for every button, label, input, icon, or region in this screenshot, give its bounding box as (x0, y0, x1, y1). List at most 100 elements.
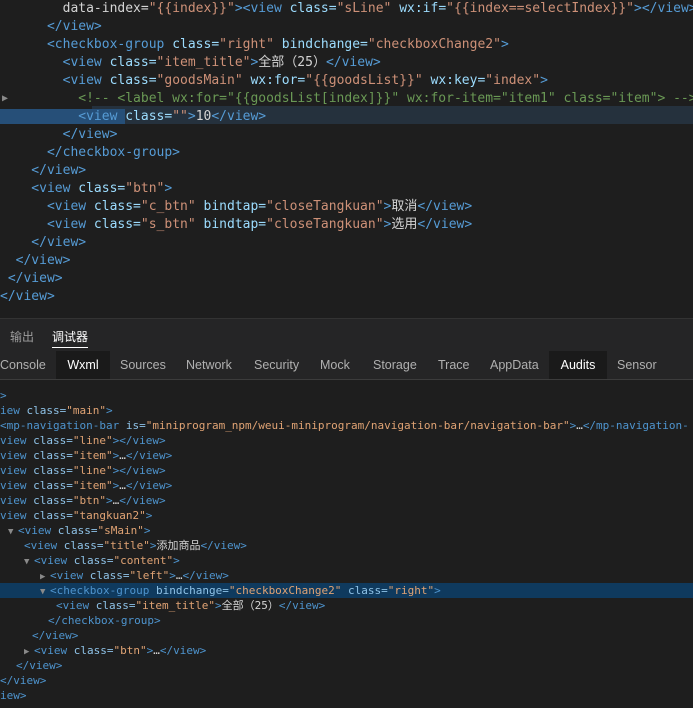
code-token: </view> (0, 271, 63, 286)
code-token: wx:key= (422, 73, 486, 88)
wxml-token: <view (18, 524, 58, 537)
code-token: "checkboxChange2" (367, 37, 501, 52)
code-line: <!-- <label wx:for="{{goodsList[index]}}… (0, 90, 693, 108)
code-line: </view> (0, 162, 86, 180)
wxml-token: "right" (387, 584, 435, 597)
wxml-token: class= (341, 584, 388, 597)
tab-console[interactable]: Console (0, 351, 52, 379)
code-token: class= (93, 199, 141, 214)
code-token: 取消 (391, 199, 418, 214)
code-line: <view class="btn"> (0, 180, 172, 198)
code-token: "btn" (125, 181, 165, 196)
code-token: data-index= (0, 1, 149, 16)
tab-trace[interactable]: Trace (438, 351, 470, 379)
wxml-token: class= (63, 539, 104, 552)
code-token: class= (78, 181, 126, 196)
wxml-node[interactable]: ▼ <view class="sMain"> (0, 523, 693, 538)
wxml-token: class= (57, 524, 98, 537)
code-line: <view class="c_btn" bindtap="closeTangku… (0, 198, 472, 216)
wxml-token: class= (95, 599, 136, 612)
wxml-token: "title" (103, 539, 150, 552)
code-token: <!-- <label wx:for="{{goodsList[index]}}… (0, 91, 693, 106)
wxml-token: "sMain" (97, 524, 144, 537)
code-token: "s_btn" (140, 217, 196, 232)
tab-output[interactable]: 输出 (10, 328, 34, 345)
code-token: "index" (485, 73, 541, 88)
wxml-token: "item" (72, 449, 113, 462)
tab-audits[interactable]: Audits (549, 351, 607, 379)
wxml-token: class= (73, 554, 114, 567)
tab-appdata[interactable]: AppData (490, 351, 539, 379)
wxml-token: class= (33, 464, 73, 477)
code-token: </view> (0, 289, 55, 304)
code-token: ><view (234, 1, 290, 16)
wxml-token: </view> (125, 449, 173, 462)
wxml-token: </view> (125, 479, 173, 492)
wxml-node[interactable]: ▼ <view class="content"> (0, 553, 693, 568)
wxml-node[interactable]: <view class="title">添加商品</view> (0, 538, 693, 553)
wxml-node[interactable]: > (0, 388, 693, 403)
code-line: <view class="goodsMain" wx:for="{{goodsL… (0, 72, 548, 90)
code-token: </view> (325, 55, 381, 70)
code-token: ></view> (634, 1, 693, 16)
wxml-token: <checkbox-group (50, 584, 156, 597)
wxml-token: </view> (159, 644, 207, 657)
tab-debugger[interactable]: 调试器 (52, 328, 89, 348)
code-token: <view (0, 217, 94, 232)
wxml-token: 添加商品 (156, 539, 201, 552)
code-token: <view (0, 181, 79, 196)
tab-wxml[interactable]: Wxml (56, 351, 110, 379)
wxml-token: <view (24, 539, 64, 552)
tab-network[interactable]: Network (186, 351, 232, 379)
wxml-node[interactable]: view class="btn">…</view> (0, 493, 693, 508)
code-token: class= (172, 37, 220, 52)
wxml-node[interactable]: </view> (0, 658, 693, 673)
wxml-token: "tangkuan2" (72, 509, 146, 522)
wxml-node[interactable]: </view> (0, 673, 693, 688)
code-token: "c_btn" (140, 199, 196, 214)
panel-tab-bar: 输出 调试器 (0, 318, 693, 351)
wxml-token: <view (34, 554, 74, 567)
wxml-node[interactable]: view class="tangkuan2"> (0, 508, 693, 523)
wxml-token: > (106, 404, 113, 417)
code-token: </view> (0, 253, 71, 268)
code-line: </view> (0, 288, 55, 306)
tab-mock[interactable]: Mock (320, 351, 350, 379)
code-line: </checkbox-group> (0, 144, 180, 162)
code-line: <checkbox-group class="right" bindchange… (0, 36, 509, 54)
wxml-token: "checkboxChange2" (228, 584, 342, 597)
wxml-token: </view> (278, 599, 326, 612)
wxml-tree[interactable]: > iew class="main"> <mp-navigation-bar is=… (0, 380, 693, 708)
wxml-node[interactable]: view class="line"></view> (0, 463, 693, 478)
wxml-token: <view (50, 569, 90, 582)
wxml-node[interactable]: <view class="item_title">全部（25）</view> (0, 598, 693, 613)
tab-storage[interactable]: Storage (373, 351, 417, 379)
code-line: <view class="s_btn" bindtap="closeTangku… (0, 216, 472, 234)
wxml-token: > (434, 584, 441, 597)
wxml-node[interactable]: view class="line"></view> (0, 433, 693, 448)
wxml-node[interactable]: view class="item">…</view> (0, 478, 693, 493)
wxml-node[interactable]: <mp-navigation-bar is="miniprogram_npm/w… (0, 418, 693, 433)
tab-security[interactable]: Security (254, 351, 299, 379)
code-token: "{{index}}" (148, 1, 235, 16)
wxml-token: class= (33, 494, 73, 507)
wxml-token: ></view> (112, 434, 166, 447)
code-line: </view> (0, 252, 71, 270)
wxml-node[interactable]: ▶ <view class="left">…</view> (0, 568, 693, 583)
wxml-node[interactable]: </checkbox-group> (0, 613, 693, 628)
tab-sources[interactable]: Sources (120, 351, 166, 379)
wxml-node[interactable]: </view> (0, 628, 693, 643)
wxml-token: class= (33, 449, 73, 462)
wxml-node[interactable]: iew> (0, 688, 693, 703)
wxml-node[interactable]: ▶ <view class="btn">…</view> (0, 643, 693, 658)
code-token: </view> (211, 109, 267, 124)
code-editor[interactable]: ▶ data-index="{{index}}"><view class="sL… (0, 0, 693, 318)
wxml-token: class= (33, 509, 73, 522)
wxml-node[interactable]: ▼ <checkbox-group bindchange="checkboxCha… (0, 583, 693, 598)
wxml-token: iew> (0, 689, 27, 702)
wxml-node[interactable]: view class="item">…</view> (0, 448, 693, 463)
wxml-token: > (0, 389, 7, 402)
tab-sensor[interactable]: Sensor (617, 351, 657, 379)
wxml-token: … (119, 449, 126, 462)
wxml-node[interactable]: iew class="main"> (0, 403, 693, 418)
